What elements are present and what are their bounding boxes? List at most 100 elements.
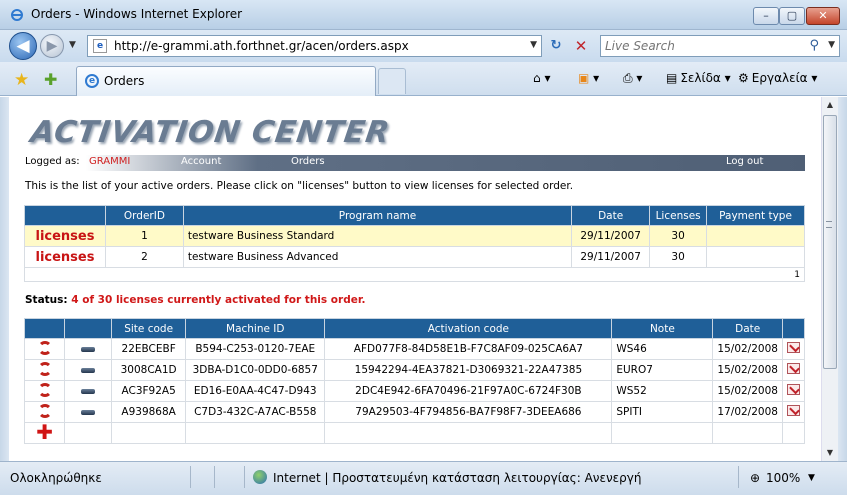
site-code: 3008CA1D — [111, 359, 187, 381]
key-icon[interactable] — [81, 368, 96, 373]
home-icon: ⌂ — [533, 71, 541, 85]
activation-center-logo: ACTIVATION CENTER — [28, 115, 393, 150]
feeds-button[interactable]: ▣ ▾ — [578, 71, 599, 85]
stop-button[interactable]: ✕ — [570, 36, 592, 56]
account-link[interactable]: Account — [181, 156, 221, 167]
search-input[interactable] — [605, 38, 795, 54]
license-count: 30 — [649, 246, 708, 268]
site-menu-bar: Logged as: GRAMMI Account Orders Log out — [23, 155, 805, 171]
search-icon[interactable]: ⚲ — [809, 38, 819, 53]
printer-icon: ⎙ — [623, 71, 633, 85]
tab-page-icon: e — [85, 74, 99, 88]
email-icon[interactable] — [786, 405, 800, 416]
key-icon[interactable] — [81, 410, 96, 415]
order-row[interactable]: licenses 1 testware Business Standard 29… — [24, 225, 805, 247]
username: GRAMMI — [89, 156, 131, 167]
column-header: Date — [712, 318, 783, 339]
add-favorites-icon[interactable]: ✚ — [44, 70, 57, 89]
order-id: 2 — [104, 246, 184, 268]
note: WS46 — [611, 338, 714, 360]
logout-link[interactable]: Log out — [726, 156, 763, 167]
reactivate-icon[interactable] — [37, 340, 52, 355]
tab-orders[interactable]: e Orders — [76, 66, 376, 96]
key-icon[interactable] — [81, 347, 96, 352]
license-row: AC3F92A5 ED16-E0AA-4C47-D943 2DC4E942-6F… — [23, 380, 806, 402]
new-tab-button[interactable] — [378, 68, 406, 94]
minimize-button[interactable]: – — [753, 7, 779, 25]
column-header: Machine ID — [185, 318, 326, 339]
add-icon[interactable]: ✚ — [36, 420, 53, 444]
zoom-dropdown-icon[interactable]: ▼ — [808, 473, 815, 483]
order-date: 29/11/2007 — [571, 246, 651, 268]
search-box[interactable]: ⚲ ▼ — [600, 35, 840, 57]
refresh-button[interactable]: ↻ — [545, 36, 567, 56]
status-done-text: Ολοκληρώθηκε — [10, 471, 102, 485]
tools-menu-label: Εργαλεία — [751, 71, 808, 85]
home-button[interactable]: ⌂ ▾ — [533, 71, 550, 85]
close-button[interactable]: ✕ — [806, 7, 840, 25]
license-date: 17/02/2008 — [712, 401, 783, 423]
reactivate-icon[interactable] — [37, 361, 52, 376]
back-button[interactable]: ◀ — [9, 32, 37, 60]
window-frame-right — [838, 97, 847, 461]
forward-arrow-icon: ▶ — [46, 38, 58, 54]
address-dropdown-icon[interactable]: ▼ — [530, 40, 537, 50]
zoom-level[interactable]: 100% — [766, 471, 800, 485]
column-header: OrderID — [104, 205, 184, 226]
license-count: 30 — [649, 225, 708, 247]
page-menu[interactable]: ▤ Σελίδα ▾ — [666, 71, 731, 85]
address-bar[interactable]: e http://e-grammi.ath.forthnet.gr/acen/o… — [87, 35, 542, 57]
rss-icon: ▣ — [578, 71, 590, 85]
scroll-up-icon[interactable]: ▲ — [822, 97, 838, 113]
gear-icon: ⚙ — [738, 71, 749, 85]
status-label: Status: — [25, 294, 68, 306]
recent-pages-dropdown[interactable]: ▼ — [69, 40, 76, 50]
email-icon[interactable] — [786, 384, 800, 395]
machine-id: 3DBA-D1C0-0DD0-6857 — [185, 359, 326, 381]
address-url[interactable]: http://e-grammi.ath.forthnet.gr/acen/ord… — [114, 39, 409, 53]
key-icon[interactable] — [81, 389, 96, 394]
column-header: Date — [571, 205, 651, 226]
page-number-link[interactable]: 1 — [24, 267, 805, 282]
site-code: A939868A — [111, 401, 187, 423]
status-bar: Ολοκληρώθηκε Internet | Προστατευμένη κα… — [0, 461, 847, 495]
tools-menu[interactable]: ⚙ Εργαλεία ▾ — [738, 71, 817, 85]
order-row[interactable]: licenses 2 testware Business Advanced 29… — [24, 246, 805, 268]
scroll-thumb[interactable] — [823, 115, 837, 369]
program-name: testware Business Standard — [182, 225, 573, 247]
maximize-button[interactable]: ▢ — [779, 7, 805, 25]
order-id: 1 — [104, 225, 184, 247]
reactivate-icon[interactable] — [37, 382, 52, 397]
license-date: 15/02/2008 — [712, 359, 783, 381]
logged-as-label: Logged as: — [25, 156, 80, 167]
ie-logo-icon — [10, 8, 24, 22]
machine-id: C7D3-432C-A7AC-B558 — [185, 401, 326, 423]
licenses-button[interactable]: licenses — [35, 250, 94, 265]
email-icon[interactable] — [786, 363, 800, 374]
back-arrow-icon: ◀ — [16, 36, 30, 56]
scroll-down-icon[interactable]: ▼ — [822, 445, 838, 461]
note: WS52 — [611, 380, 714, 402]
column-header: Note — [611, 318, 714, 339]
page-viewport: ACTIVATION CENTER Logged as: GRAMMI Acco… — [9, 97, 821, 461]
note: EURO7 — [611, 359, 714, 381]
site-code: AC3F92A5 — [111, 380, 187, 402]
machine-id: ED16-E0AA-4C47-D943 — [185, 380, 326, 402]
vertical-scrollbar[interactable]: ▲ ▼ — [821, 97, 838, 461]
zoom-icon[interactable]: ⊕ — [750, 471, 760, 485]
activation-code: 79A29503-4F794856-BA7F98F7-3DEEA686 — [324, 401, 613, 423]
internet-zone-icon — [253, 470, 267, 484]
column-header — [23, 318, 66, 339]
search-options-icon[interactable]: ▼ — [828, 40, 835, 50]
security-zone-text[interactable]: Internet | Προστατευμένη κατάσταση λειτο… — [273, 471, 641, 485]
note: SPITI — [611, 401, 714, 423]
print-button[interactable]: ⎙ ▾ — [623, 71, 642, 86]
activation-code: 2DC4E942-6FA70496-21F97A0C-6724F30B — [324, 380, 613, 402]
favorites-star-icon[interactable]: ★ — [14, 70, 29, 90]
licenses-button[interactable]: licenses — [35, 229, 94, 244]
reactivate-icon[interactable] — [37, 403, 52, 418]
email-icon[interactable] — [786, 342, 800, 353]
forward-button[interactable]: ▶ — [40, 34, 64, 58]
column-header: Payment type — [706, 205, 805, 226]
status-line: Status: 4 of 30 licenses currently activ… — [25, 294, 366, 306]
